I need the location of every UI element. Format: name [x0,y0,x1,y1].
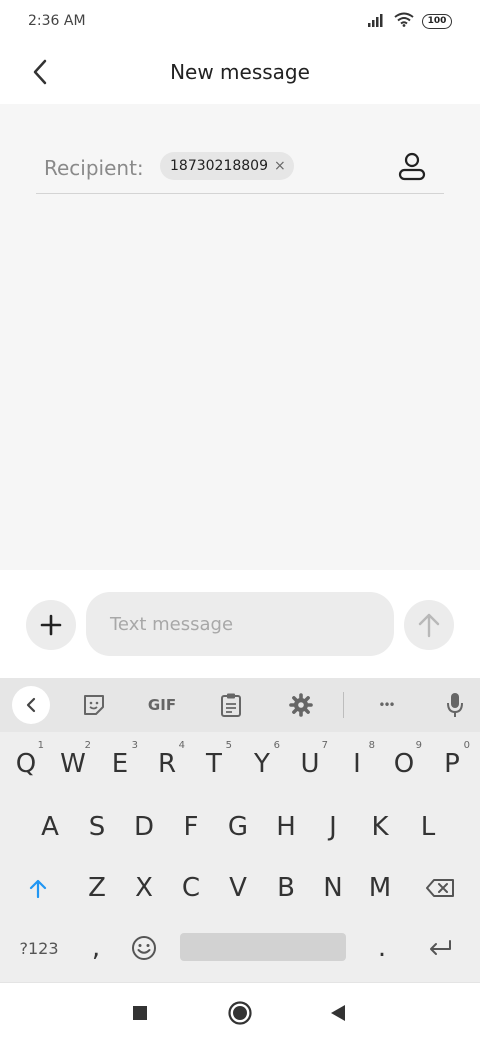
clipboard-button[interactable] [216,686,246,724]
key-u[interactable]: U7 [288,738,332,790]
header: New message [0,44,480,104]
key-x[interactable]: X [122,862,166,914]
attach-button[interactable] [26,600,76,650]
toolbar-divider [343,692,344,718]
key-e[interactable]: E3 [98,738,142,790]
key-z[interactable]: Z [75,862,119,914]
compose-area: Recipient: 18730218809 × [0,104,480,570]
symbols-key[interactable]: ?123 [14,922,64,974]
shift-key[interactable] [16,862,60,914]
gif-button[interactable]: GIF [140,686,184,724]
status-time: 2:36 AM [28,13,86,29]
clipboard-icon [221,693,241,717]
recents-button[interactable] [126,999,154,1027]
recipient-field[interactable]: Recipient: 18730218809 × [36,144,444,194]
key-d[interactable]: D [122,801,166,853]
key-t[interactable]: T5 [192,738,236,790]
key-m[interactable]: M [358,862,402,914]
key-n[interactable]: N [311,862,355,914]
period-key[interactable]: . [360,922,404,974]
plus-icon [40,614,62,636]
send-button[interactable] [404,600,454,650]
signal-icon [368,12,386,31]
gear-icon [289,693,313,717]
sticker-button[interactable] [78,686,110,724]
status-bar: 2:36 AM 100 [0,0,480,44]
emoji-icon [132,936,156,960]
triangle-back-icon [331,1005,345,1021]
comma-key[interactable]: , [74,922,118,974]
remove-recipient-icon[interactable]: × [274,159,286,173]
message-text-field[interactable]: Text message [86,592,394,656]
key-j[interactable]: J [311,801,355,853]
key-q[interactable]: Q1 [4,738,48,790]
key-g[interactable]: G [216,801,260,853]
key-k[interactable]: K [358,801,402,853]
status-icons: 100 [368,12,452,31]
key-c[interactable]: C [169,862,213,914]
backspace-key[interactable] [418,862,462,914]
microphone-icon [447,693,463,717]
person-icon [398,152,426,181]
key-v[interactable]: V [216,862,260,914]
emoji-key[interactable] [122,922,166,974]
backspace-icon [426,879,454,897]
key-y[interactable]: Y6 [240,738,284,790]
keyboard: GIF ••• Q 1 W 2 E 3 R 4 T 5 Y 6 U 7 I 8 … [0,678,480,982]
key-a[interactable]: A [28,801,72,853]
key-f[interactable]: F [169,801,213,853]
sticker-icon [84,695,104,715]
up-arrow-icon [418,613,440,638]
key-b[interactable]: B [264,862,308,914]
recipient-chip-number: 18730218809 [170,158,268,174]
home-button[interactable] [226,999,254,1027]
key-o[interactable]: O9 [382,738,426,790]
spacebar[interactable] [180,933,346,961]
key-l[interactable]: L [406,801,450,853]
recipient-chip[interactable]: 18730218809 × [160,152,294,180]
key-i[interactable]: I8 [335,738,379,790]
shift-arrow-icon [29,879,47,898]
page-title: New message [170,60,310,84]
message-input-bar: Text message [0,570,480,678]
key-h[interactable]: H [264,801,308,853]
new-message-screen: 2:36 AM 100 New message Recipient: 18730… [0,0,480,1040]
collapse-toolbar-button[interactable] [12,686,50,724]
key-p[interactable]: P0 [430,738,474,790]
key-s[interactable]: S [75,801,119,853]
wifi-icon [394,12,414,31]
square-icon [133,1006,147,1020]
settings-button[interactable] [286,686,316,724]
key-r[interactable]: R4 [145,738,189,790]
back-nav-button[interactable] [324,999,352,1027]
recipient-label: Recipient: [44,156,144,180]
keyboard-toolbar: GIF ••• [0,678,480,732]
more-button[interactable]: ••• [368,686,404,724]
navigation-bar [0,982,480,1040]
key-w[interactable]: W2 [51,738,95,790]
circle-icon [228,1001,252,1025]
chevron-left-icon [26,697,36,713]
battery-icon: 100 [422,14,452,29]
enter-key[interactable] [418,922,462,974]
contacts-button[interactable] [394,148,430,184]
enter-icon [430,940,451,955]
voice-input-button[interactable] [440,686,470,724]
